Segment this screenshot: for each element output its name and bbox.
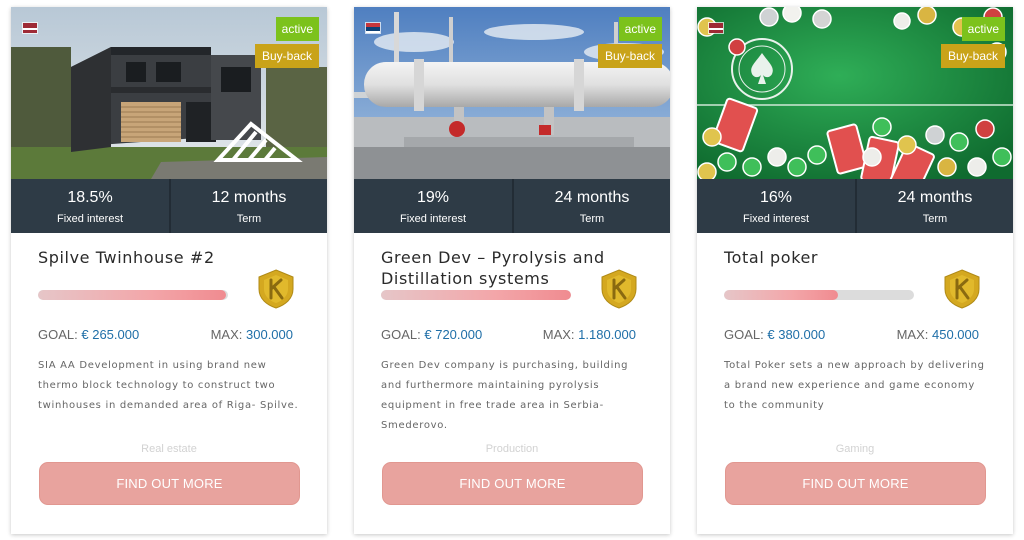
goal-value: € 265.000 [81, 327, 140, 342]
term-stat: 12 months Term [169, 179, 327, 233]
project-description: Green Dev company is purchasing, buildin… [381, 360, 629, 431]
term-stat: 24 months Term [855, 179, 1013, 233]
category-label: Real estate [141, 443, 197, 455]
goal-value: € 720.000 [424, 327, 483, 342]
find-out-more-button[interactable]: FIND OUT MORE [382, 462, 643, 505]
project-image[interactable]: active Buy-back [354, 7, 670, 179]
project-card-spilve[interactable]: active Buy-back 18.5% Fixed interest 12 … [11, 7, 327, 534]
max-value: 450.000 [932, 327, 979, 342]
funding-progress-bar [381, 290, 571, 300]
term-value: 24 months [897, 189, 973, 206]
project-card-total-poker[interactable]: active Buy-back 16% Fixed interest 24 mo… [697, 7, 1013, 534]
goal-value: € 380.000 [767, 327, 826, 342]
find-out-more-button[interactable]: FIND OUT MORE [725, 462, 986, 505]
term-value: 12 months [211, 189, 287, 206]
interest-label: Fixed interest [742, 213, 810, 225]
shield-icon [601, 269, 637, 309]
interest-label: Fixed interest [399, 213, 467, 225]
latvia-flag-icon [708, 22, 724, 34]
stats-bar: 19% Fixed interest 24 months Term [354, 179, 670, 233]
term-stat: 24 months Term [512, 179, 670, 233]
max-label: MAX: [542, 327, 575, 342]
funding-progress-bar [38, 290, 228, 300]
serbia-flag-icon [365, 22, 381, 34]
stats-bar: 16% Fixed interest 24 months Term [697, 179, 1013, 233]
max-value: 300.000 [246, 327, 293, 342]
term-value: 24 months [554, 189, 630, 206]
project-card-green-dev[interactable]: active Buy-back 19% Fixed interest 24 mo… [354, 7, 670, 534]
buyback-badge: Buy-back [940, 44, 1005, 68]
find-out-more-button[interactable]: FIND OUT MORE [39, 462, 300, 505]
funding-progress-fill [724, 290, 838, 300]
status-badge: active [275, 17, 319, 41]
project-title[interactable]: Spilve Twinhouse #2 [38, 247, 268, 268]
funding-progress-bar [724, 290, 914, 300]
project-title[interactable]: Total poker [724, 247, 954, 268]
goal-label: GOAL: [38, 327, 78, 342]
goal-amount: GOAL: € 265.000 [38, 327, 139, 342]
interest-stat: 19% Fixed interest [354, 179, 512, 233]
term-label: Term [236, 213, 262, 225]
term-label: Term [579, 213, 605, 225]
max-label: MAX: [210, 327, 243, 342]
interest-value: 18.5% [67, 189, 113, 206]
buyback-badge: Buy-back [597, 44, 662, 68]
project-image[interactable]: active Buy-back [697, 7, 1013, 179]
shield-icon [258, 269, 294, 309]
status-badge: active [961, 17, 1005, 41]
max-amount: MAX: 300.000 [211, 327, 293, 342]
max-value: 1.180.000 [578, 327, 636, 342]
goal-amount: GOAL: € 380.000 [724, 327, 825, 342]
interest-stat: 18.5% Fixed interest [11, 179, 169, 233]
stats-bar: 18.5% Fixed interest 12 months Term [11, 179, 327, 233]
latvia-flag-icon [22, 22, 38, 34]
interest-label: Fixed interest [56, 213, 124, 225]
goal-label: GOAL: [381, 327, 421, 342]
category-label: Gaming [835, 443, 875, 455]
project-description: Total Poker sets a new approach by deliv… [724, 360, 985, 411]
category-label: Production [485, 443, 539, 455]
max-amount: MAX: 450.000 [897, 327, 979, 342]
goal-label: GOAL: [724, 327, 764, 342]
max-amount: MAX: 1.180.000 [543, 327, 636, 342]
project-image[interactable]: active Buy-back [11, 7, 327, 179]
funding-progress-fill [38, 290, 227, 300]
buyback-badge: Buy-back [254, 44, 319, 68]
term-label: Term [922, 213, 948, 225]
interest-stat: 16% Fixed interest [697, 179, 855, 233]
shield-icon [944, 269, 980, 309]
interest-value: 16% [759, 189, 793, 206]
project-title[interactable]: Green Dev – Pyrolysis and Distillation s… [381, 247, 611, 289]
max-label: MAX: [896, 327, 929, 342]
funding-progress-fill [381, 290, 571, 300]
status-badge: active [618, 17, 662, 41]
interest-value: 19% [416, 189, 450, 206]
project-description: SIA AA Development in using brand new th… [38, 360, 299, 411]
goal-amount: GOAL: € 720.000 [381, 327, 482, 342]
